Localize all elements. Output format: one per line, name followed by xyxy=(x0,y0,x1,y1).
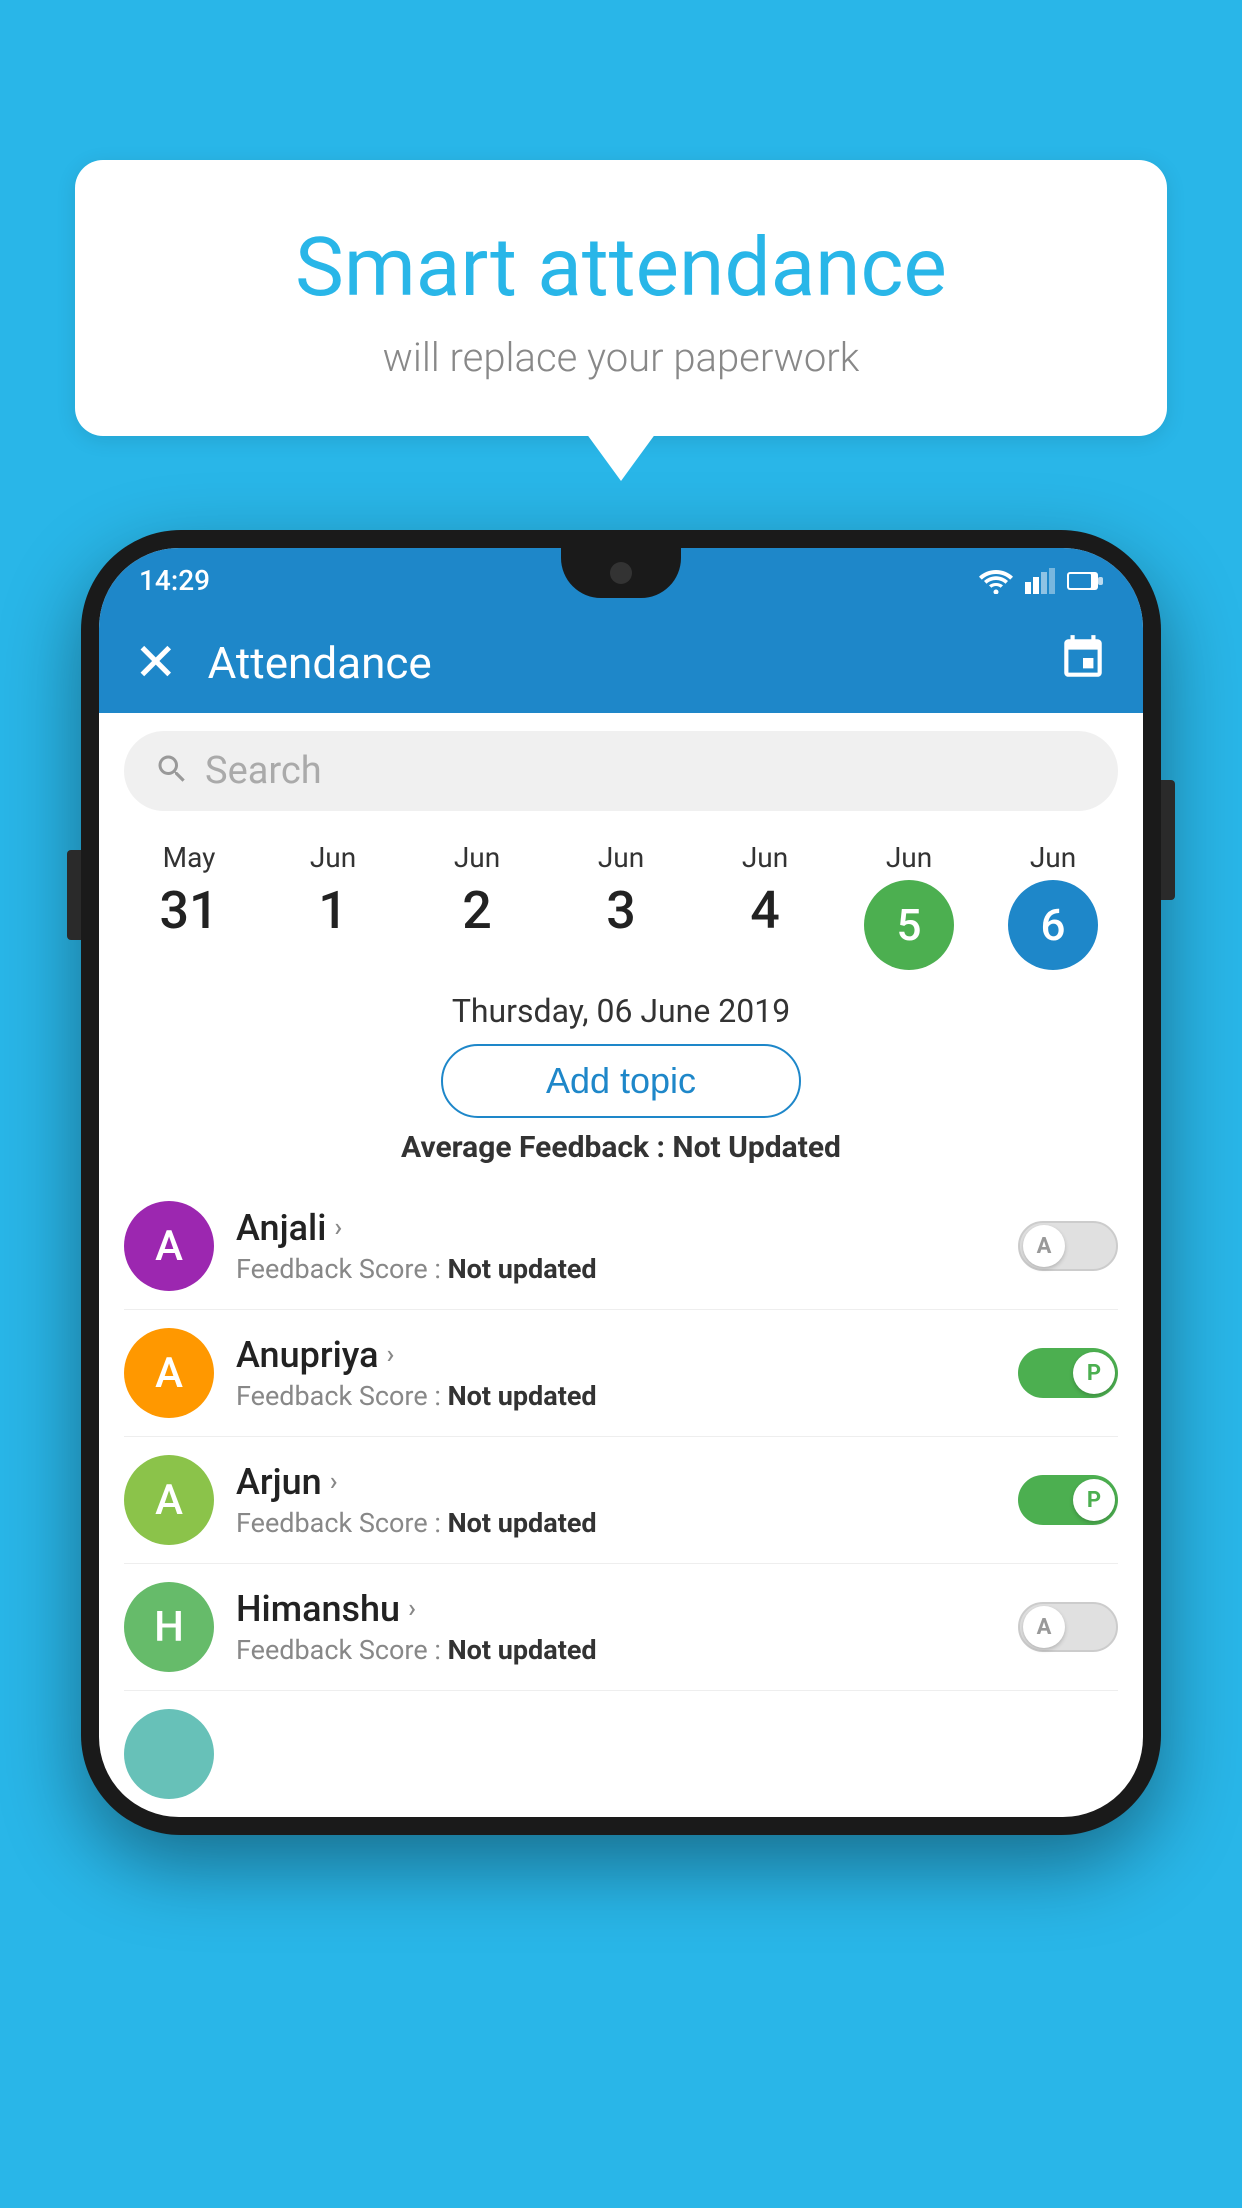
avatar-anupriya: A xyxy=(124,1328,214,1418)
selected-date-label: Thursday, 06 June 2019 xyxy=(99,992,1143,1030)
date-col-2[interactable]: Jun 2 xyxy=(412,841,542,970)
student-row-anjali: A Anjali › Feedback Score : Not updated … xyxy=(124,1183,1118,1310)
wifi-icon xyxy=(979,568,1013,594)
battery-icon xyxy=(1067,570,1103,592)
student-name-anupriya: Anupriya › xyxy=(236,1334,996,1376)
feedback-anjali: Feedback Score : Not updated xyxy=(236,1253,996,1285)
phone-wrapper: 14:29 xyxy=(81,530,1161,1835)
avatar-himanshu: H xyxy=(124,1582,214,1672)
student-info-himanshu[interactable]: Himanshu › Feedback Score : Not updated xyxy=(236,1588,996,1666)
bubble-subtitle: will replace your paperwork xyxy=(125,334,1117,381)
signal-icon xyxy=(1025,568,1055,594)
avatar-anjali: A xyxy=(124,1201,214,1291)
bubble-title: Smart attendance xyxy=(125,220,1117,316)
status-time: 14:29 xyxy=(139,564,210,597)
search-bar[interactable]: Search xyxy=(124,731,1118,811)
notch xyxy=(561,548,681,598)
avatar-partial xyxy=(124,1709,214,1799)
student-name-himanshu: Himanshu › xyxy=(236,1588,996,1630)
date-row: May 31 Jun 1 Jun 2 Jun 3 Jun 4 xyxy=(99,829,1143,970)
feedback-anupriya: Feedback Score : Not updated xyxy=(236,1380,996,1412)
student-info-anjali[interactable]: Anjali › Feedback Score : Not updated xyxy=(236,1207,996,1285)
search-placeholder: Search xyxy=(205,749,322,793)
chevron-icon: › xyxy=(334,1213,342,1243)
phone-outer: 14:29 xyxy=(81,530,1161,1835)
toggle-arjun[interactable]: P xyxy=(1018,1475,1118,1525)
student-list: A Anjali › Feedback Score : Not updated … xyxy=(99,1183,1143,1817)
app-bar: ✕ Attendance xyxy=(99,613,1143,713)
speech-bubble: Smart attendance will replace your paper… xyxy=(75,160,1167,436)
calendar-icon[interactable] xyxy=(1058,633,1108,694)
status-icons xyxy=(979,568,1103,594)
phone-screen: 14:29 xyxy=(99,548,1143,1817)
student-name-arjun: Arjun › xyxy=(236,1461,996,1503)
date-col-4[interactable]: Jun 4 xyxy=(700,841,830,970)
date-col-3[interactable]: Jun 3 xyxy=(556,841,686,970)
add-topic-button[interactable]: Add topic xyxy=(441,1044,801,1118)
status-bar: 14:29 xyxy=(99,548,1143,613)
date-col-0[interactable]: May 31 xyxy=(124,841,254,970)
student-row-partial xyxy=(124,1691,1118,1817)
chevron-icon: › xyxy=(408,1594,416,1624)
student-row-arjun: A Arjun › Feedback Score : Not updated P xyxy=(124,1437,1118,1564)
search-icon xyxy=(154,751,190,791)
avg-feedback: Average Feedback : Not Updated xyxy=(99,1130,1143,1165)
toggle-anupriya[interactable]: P xyxy=(1018,1348,1118,1398)
toggle-anjali[interactable]: A xyxy=(1018,1221,1118,1271)
feedback-arjun: Feedback Score : Not updated xyxy=(236,1507,996,1539)
chevron-icon: › xyxy=(387,1340,395,1370)
date-col-5[interactable]: Jun 5 xyxy=(844,841,974,970)
student-info-anupriya[interactable]: Anupriya › Feedback Score : Not updated xyxy=(236,1334,996,1412)
toggle-himanshu[interactable]: A xyxy=(1018,1602,1118,1652)
student-name-anjali: Anjali › xyxy=(236,1207,996,1249)
camera xyxy=(610,562,632,584)
close-button[interactable]: ✕ xyxy=(134,637,178,689)
student-info-arjun[interactable]: Arjun › Feedback Score : Not updated xyxy=(236,1461,996,1539)
student-row-anupriya: A Anupriya › Feedback Score : Not update… xyxy=(124,1310,1118,1437)
student-row-himanshu: H Himanshu › Feedback Score : Not update… xyxy=(124,1564,1118,1691)
date-col-1[interactable]: Jun 1 xyxy=(268,841,398,970)
chevron-icon: › xyxy=(330,1467,338,1497)
date-col-6[interactable]: Jun 6 xyxy=(988,841,1118,970)
feedback-himanshu: Feedback Score : Not updated xyxy=(236,1634,996,1666)
avatar-arjun: A xyxy=(124,1455,214,1545)
app-title: Attendance xyxy=(208,637,1058,689)
